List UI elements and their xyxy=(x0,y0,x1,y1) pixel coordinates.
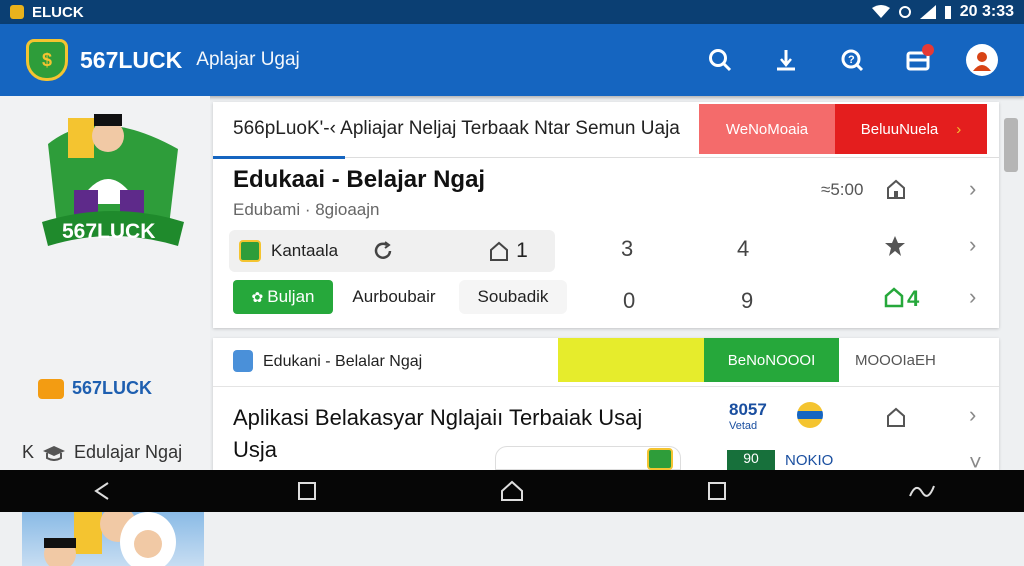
status-time: 20 3:33 xyxy=(959,3,1014,20)
search-button[interactable] xyxy=(702,42,738,78)
partner-label: NOKIO xyxy=(785,452,834,469)
filter-chip[interactable]: Aurboubair xyxy=(337,280,451,314)
help-search-button[interactable]: ? xyxy=(834,42,870,78)
status-icons: 20 3:33 xyxy=(871,3,1014,21)
app-icon xyxy=(233,350,253,372)
filter-chip[interactable]: Soubadik xyxy=(459,280,567,314)
divider xyxy=(213,386,999,387)
status-bar: ELUCK 20 3:33 xyxy=(0,0,1024,24)
stat-value: 0 xyxy=(623,288,636,313)
refresh-icon[interactable] xyxy=(372,240,394,262)
course-subtitle: Edubami · 8gioaajn xyxy=(233,200,380,219)
chevron-right-icon[interactable]: › xyxy=(969,176,976,202)
recent-apps-button[interactable] xyxy=(287,473,327,509)
partner-logo-sub: Vetad xyxy=(729,420,758,432)
app-bar-actions: ? xyxy=(702,42,998,78)
sidebar-item-label: Edulajar Ngaj xyxy=(74,442,183,462)
brand-small-icon xyxy=(647,448,673,470)
tab-secondary[interactable]: MOOOIaEH xyxy=(855,352,936,369)
home-icon[interactable] xyxy=(488,240,510,262)
home-count-green: 4 xyxy=(907,286,920,311)
banner-text: 566pLuoK'-‹ Apliajar Neljaj Terbaak Ntar… xyxy=(233,118,680,139)
stats-row-1: Kantaala 1 xyxy=(229,230,555,272)
card-label: Edukani - Belalar Ngaj xyxy=(263,353,423,370)
highlight-bar[interactable] xyxy=(558,338,704,382)
chevron-right-icon: › xyxy=(956,120,962,138)
course-time: ≈5:00 xyxy=(821,180,864,199)
course-card-primary: 566pLuoK'-‹ Apliajar Neljaj Terbaak Ntar… xyxy=(213,102,999,328)
app-bar: $ 567LUCK Aplajar Ugaj ? xyxy=(0,24,1024,96)
category-button-label: Buljan xyxy=(267,287,315,306)
user-avatar-icon xyxy=(973,52,991,71)
enroll-button[interactable]: BeNoNOOOI xyxy=(704,338,839,382)
svg-text:?: ? xyxy=(848,54,855,66)
home-nav-icon xyxy=(500,480,523,501)
partner-logo-text: 8057 xyxy=(729,400,767,419)
hero-badge-text: 567LUCK xyxy=(62,220,156,243)
sidebar-brand-text: 567LUCK xyxy=(72,378,153,398)
banner-secondary-button[interactable]: WeNoMoaia xyxy=(699,104,835,154)
battery-icon xyxy=(944,6,951,19)
system-nav-bar xyxy=(0,470,1024,512)
overview-button[interactable] xyxy=(697,473,737,509)
scrollbar-thumb[interactable] xyxy=(1004,118,1018,172)
category-chip-label: Kantaala xyxy=(271,241,339,260)
app-logo-icon[interactable]: $ xyxy=(26,39,68,81)
download-button[interactable] xyxy=(768,42,804,78)
stat-value: 3 xyxy=(621,236,634,261)
app-mini-icon xyxy=(10,5,24,19)
inbox-button[interactable] xyxy=(900,42,936,78)
active-tab-indicator xyxy=(213,156,345,159)
chevron-right-icon[interactable]: › xyxy=(969,402,976,428)
partner-logo: 8057 Vetad xyxy=(729,400,767,434)
assistant-icon xyxy=(908,485,935,497)
back-button[interactable] xyxy=(82,473,122,509)
notification-badge xyxy=(922,44,934,56)
stat-value: 9 xyxy=(741,288,754,313)
chevron-right-icon[interactable]: › xyxy=(969,232,976,258)
gear-icon: ✿ xyxy=(251,288,264,305)
back-icon xyxy=(94,482,109,500)
signal-icon xyxy=(919,5,936,19)
score-box: 90 xyxy=(727,450,775,470)
wifi-icon xyxy=(871,5,890,18)
brand-logo-icon xyxy=(38,378,64,399)
sidebar-brand[interactable]: 567LUCK xyxy=(38,378,152,399)
app-brand: 567LUCK xyxy=(80,46,183,73)
star-icon[interactable] xyxy=(883,234,907,258)
square-icon xyxy=(298,482,317,500)
course-card-secondary: Edukani - Belalar Ngaj BeNoNOOOI MOOOIaE… xyxy=(213,338,999,475)
sidebar: 567LUCK 567LUCK K Edulajar Ngaj xyxy=(0,96,210,566)
download-icon xyxy=(777,50,795,71)
graduation-cap-icon xyxy=(43,445,66,461)
ball-icon xyxy=(797,402,823,428)
home-icon[interactable] xyxy=(885,406,907,428)
course-title: Edukaai - Belajar Ngaj xyxy=(233,166,486,193)
brand-small-icon xyxy=(239,240,261,262)
sidebar-item-prefix: K xyxy=(22,442,35,462)
home-icon[interactable] xyxy=(885,178,907,200)
chevron-right-icon[interactable]: › xyxy=(969,284,976,310)
square-icon xyxy=(707,482,726,500)
category-button-green[interactable]: ✿ Buljan xyxy=(233,280,333,314)
promo-banner: 566pLuoK'-‹ Apliajar Neljaj Terbaak Ntar… xyxy=(213,102,999,159)
help-search-icon: ? xyxy=(841,49,864,72)
sidebar-item-edulajar[interactable]: K Edulajar Ngaj xyxy=(22,442,182,463)
app-subtitle: Aplajar Ugaj xyxy=(196,49,300,70)
status-app-name: ELUCK xyxy=(32,3,84,21)
stat-value: 4 xyxy=(737,236,750,261)
profile-avatar[interactable] xyxy=(966,44,998,76)
banner-primary-button[interactable]: BeluuNuela › xyxy=(835,104,987,154)
banner-primary-label: BeluuNuela xyxy=(860,120,939,138)
home-count: 1 xyxy=(516,239,528,262)
assistant-button[interactable] xyxy=(902,473,942,509)
alarm-icon xyxy=(898,6,911,18)
home-button[interactable] xyxy=(492,473,532,509)
search-icon xyxy=(709,49,732,72)
home-icon[interactable] xyxy=(883,286,905,308)
